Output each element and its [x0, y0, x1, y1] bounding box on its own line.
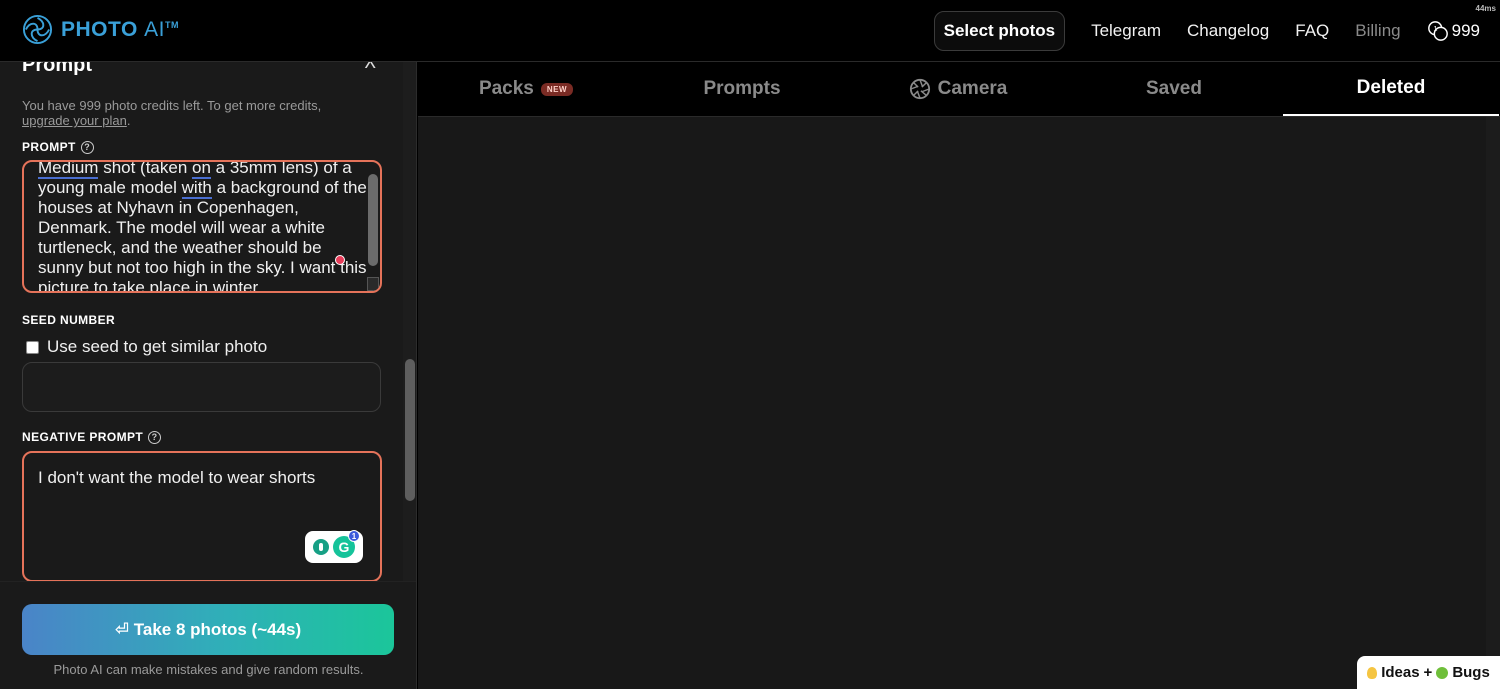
render-timing: 44ms [1475, 4, 1496, 13]
logo[interactable]: PHOTO AITM [22, 14, 179, 45]
panel-footer: ⏎ Take 8 photos (~44s) Photo AI can make… [0, 581, 416, 689]
take-photos-button[interactable]: ⏎ Take 8 photos (~44s) [22, 604, 394, 655]
logo-text: PHOTO AITM [61, 17, 179, 41]
seed-checkbox-row[interactable]: Use seed to get similar photo [26, 337, 267, 357]
help-icon[interactable]: ? [80, 140, 94, 154]
tab-prompts[interactable]: Prompts [634, 62, 850, 116]
resize-handle[interactable] [367, 277, 379, 291]
nav-telegram[interactable]: Telegram [1091, 21, 1161, 41]
tab-saved[interactable]: Saved [1066, 62, 1282, 116]
gallery-area [418, 117, 1486, 689]
negative-prompt-textarea[interactable]: I don't want the model to wear shorts G1 [22, 451, 382, 582]
panel-title: Prompt [22, 62, 92, 76]
nav-changelog[interactable]: Changelog [1187, 21, 1269, 41]
bug-icon [1436, 666, 1449, 679]
svg-text:1: 1 [1433, 24, 1437, 33]
prompt-text: Medium shot (taken on a 35mm lens) of a … [38, 160, 367, 293]
logo-spiral-icon [22, 14, 53, 45]
negative-prompt-text: I don't want the model to wear shorts [38, 468, 316, 487]
chevron-up-icon[interactable]: ^ [365, 62, 376, 79]
feedback-plus: + [1423, 664, 1433, 681]
nav-billing[interactable]: Billing [1355, 21, 1400, 41]
tab-camera[interactable]: Camera [850, 62, 1066, 116]
seed-input[interactable] [22, 362, 381, 412]
prompt-label: PROMPT ? [22, 140, 94, 154]
credits-counter[interactable]: 1 999 [1427, 20, 1480, 42]
help-icon[interactable]: ? [148, 430, 162, 444]
coins-icon: 1 [1427, 21, 1448, 41]
seed-label: SEED NUMBER [22, 313, 116, 327]
gallery-scrollbar[interactable] [1486, 117, 1500, 689]
upgrade-plan-link[interactable]: upgrade your plan [22, 113, 127, 128]
feedback-bugs: Bugs [1452, 664, 1490, 681]
panel-scroll-area[interactable]: Prompt ^ You have 999 photo credits left… [0, 62, 403, 582]
credits-note: You have 999 photo credits left. To get … [22, 98, 322, 128]
feedback-ideas: Ideas [1381, 664, 1420, 681]
grammarly-icon: G1 [333, 530, 360, 558]
tab-deleted[interactable]: Deleted [1283, 62, 1499, 116]
tab-packs[interactable]: Packs NEW [418, 62, 634, 116]
aperture-icon [909, 78, 930, 100]
disclaimer-text: Photo AI can make mistakes and give rand… [53, 662, 364, 677]
grammarly-widget[interactable]: G1 [305, 530, 363, 563]
grammarly-count: 1 [348, 530, 360, 542]
top-nav: Select photos Telegram Changelog FAQ Bil… [933, 11, 1480, 51]
panel-scrollbar[interactable] [403, 62, 416, 581]
seed-checkbox[interactable] [26, 340, 39, 354]
grammar-marker[interactable] [335, 255, 345, 265]
lightbulb-icon [1367, 666, 1378, 679]
prompt-textarea[interactable]: Medium shot (taken on a 35mm lens) of a … [22, 160, 382, 293]
bulb-icon [313, 539, 329, 555]
panel-scrollbar-thumb[interactable] [405, 359, 415, 501]
tab-bar: Packs NEW Prompts Camera Saved Deleted [418, 62, 1500, 117]
seed-checkbox-label: Use seed to get similar photo [47, 337, 268, 356]
negative-prompt-label: NEGATIVE PROMPT ? [22, 430, 162, 444]
prompt-panel: Prompt ^ You have 999 photo credits left… [0, 62, 417, 689]
top-bar: PHOTO AITM Select photos Telegram Change… [0, 0, 1500, 62]
new-badge: NEW [540, 82, 574, 96]
textarea-scrollbar[interactable] [368, 174, 378, 266]
feedback-widget[interactable]: Ideas + Bugs [1357, 656, 1500, 689]
credits-value: 999 [1451, 21, 1480, 40]
select-photos-button[interactable]: Select photos [933, 11, 1066, 51]
nav-faq[interactable]: FAQ [1295, 21, 1329, 41]
